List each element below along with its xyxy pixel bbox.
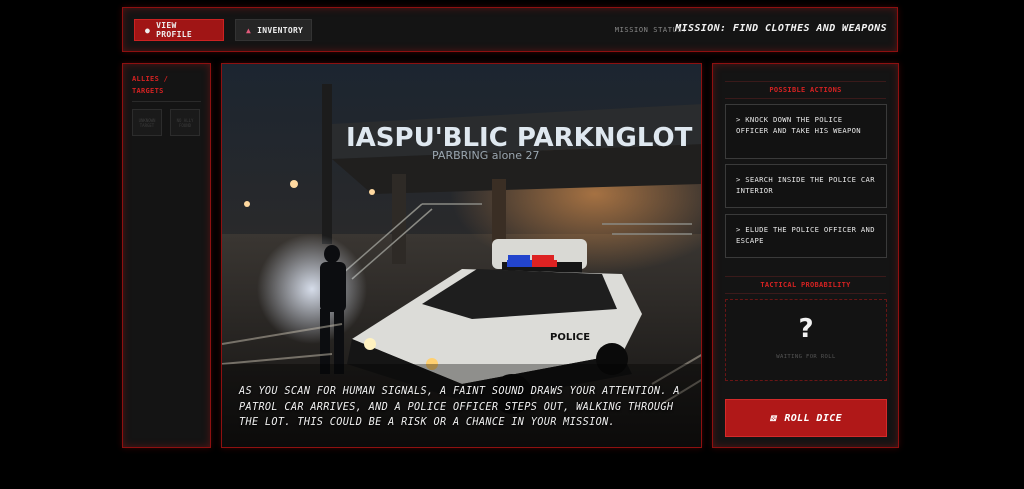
view-profile-label: VIEW PROFILE — [156, 21, 192, 39]
bag-icon: ▲ — [246, 25, 252, 35]
action-knock-down-officer[interactable]: > KNOCK DOWN THE POLICE OFFICER AND TAKE… — [725, 104, 887, 159]
probability-value: ? — [798, 314, 814, 344]
top-bar: ● VIEW PROFILE ▲ INVENTORY MISSION STATU… — [122, 7, 898, 52]
view-profile-button[interactable]: ● VIEW PROFILE — [134, 19, 224, 41]
target-slot[interactable]: UNKNOWN TARGET — [132, 109, 162, 136]
allies-targets-title: ALLIES / TARGETS — [132, 75, 169, 95]
probability-status: WAITING FOR ROLL — [776, 354, 836, 360]
person-icon: ● — [145, 25, 151, 35]
narrative-text: As you scan for human signals, a faint s… — [239, 386, 680, 428]
action-elude-officer[interactable]: > ELUDE THE POLICE OFFICER AND ESCAPE — [725, 214, 887, 258]
dice-icon: ⚄ — [769, 412, 777, 424]
parking-sub-sign-text: PARBRING alone 27 — [432, 149, 540, 162]
possible-actions-title: POSSIBLE ACTIONS — [725, 81, 886, 99]
action-search-car[interactable]: > SEARCH INSIDE THE POLICE CAR INTERIOR — [725, 164, 887, 208]
roll-dice-button[interactable]: ⚄ ROLL DICE — [725, 399, 887, 437]
mission-text: MISSION: FIND CLOTHES AND WEAPONS — [675, 23, 887, 34]
allies-targets-panel: ALLIES / TARGETS UNKNOWN TARGET NO ALLY … — [122, 63, 211, 448]
actions-panel: POSSIBLE ACTIONS > KNOCK DOWN THE POLICE… — [712, 63, 899, 448]
car-police-label: POLICE — [550, 332, 590, 343]
probability-box: ? WAITING FOR ROLL — [725, 299, 887, 381]
allies-divider — [132, 101, 201, 102]
inventory-label: INVENTORY — [257, 25, 304, 35]
inventory-button[interactable]: ▲ INVENTORY — [235, 19, 312, 41]
tactical-probability-title: TACTICAL PROBABILITY — [725, 276, 886, 294]
ally-slot[interactable]: NO ALLY FOUND — [170, 109, 200, 136]
roll-dice-label: ROLL DICE — [784, 412, 843, 424]
scene-panel: IASPU'BLIC PARKNGLOT PARBRING alone 27 P… — [221, 63, 702, 448]
